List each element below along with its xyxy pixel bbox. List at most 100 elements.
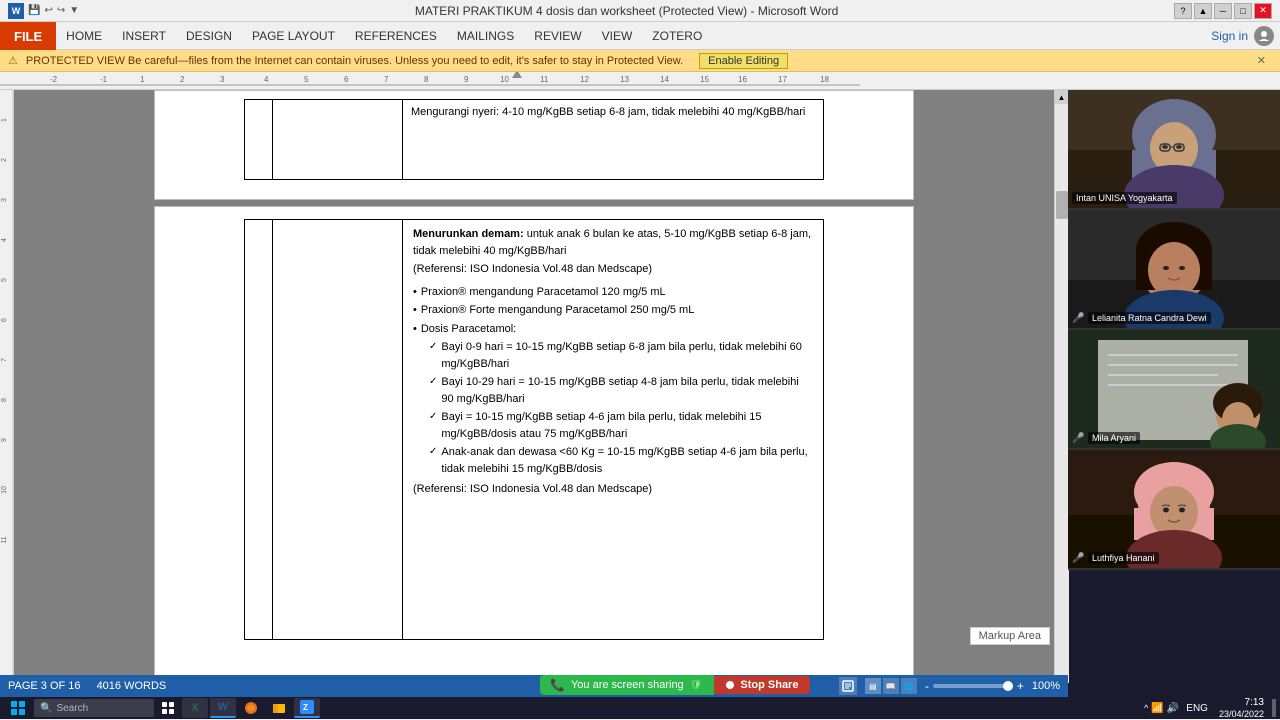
sign-in-link[interactable]: Sign in <box>1211 29 1248 43</box>
title-bar: W 💾 ↩ ↪ ▼ MATERI PRAKTIKUM 4 dosis dan w… <box>0 0 1280 22</box>
volume-icon[interactable]: 🔊 <box>1167 703 1179 714</box>
tab-view[interactable]: VIEW <box>592 22 643 50</box>
zoom-in-btn[interactable]: + <box>1017 679 1024 693</box>
notes-svg <box>842 680 854 692</box>
table-cell-content: Mengurangi nyeri: 4-10 mg/KgBB setiap 6-… <box>403 100 824 180</box>
network-icon[interactable]: 📶 <box>1151 703 1163 714</box>
quick-access-save[interactable]: 💾 <box>28 5 40 16</box>
quick-access-undo[interactable]: ↩ <box>44 5 52 16</box>
zoom-controls: - + 100% <box>925 679 1060 693</box>
notes-icon[interactable] <box>839 677 857 695</box>
participant-2-mic-icon: 🎤 <box>1072 313 1084 324</box>
svg-text:7: 7 <box>1 358 8 362</box>
participant-video-3: 🎤 Mila Aryani <box>1068 330 1280 450</box>
zoom-out-btn[interactable]: - <box>925 679 929 693</box>
main-wrapper: 1 2 3 4 5 6 7 8 9 10 11 Mengurangi nyeri… <box>0 90 1280 697</box>
svg-text:1: 1 <box>140 75 145 84</box>
word-taskbar-icon: W <box>218 701 228 713</box>
main-table-col1 <box>245 220 273 640</box>
svg-text:3: 3 <box>220 75 225 84</box>
tab-zotero[interactable]: ZOTERO <box>642 22 712 50</box>
enable-editing-btn[interactable]: Enable Editing <box>699 53 788 69</box>
taskbar-search[interactable]: 🔍 Search <box>34 699 154 717</box>
search-placeholder: Search <box>56 703 88 714</box>
svg-text:17: 17 <box>778 75 787 84</box>
vertical-ruler: 1 2 3 4 5 6 7 8 9 10 11 <box>0 90 14 697</box>
bullet-dot-1: • <box>413 284 417 301</box>
bullet-text-3: Dosis Paracetamol: <box>421 321 516 338</box>
read-mode-icon[interactable]: 📖 <box>883 678 899 694</box>
protected-view-bar: ⚠ PROTECTED VIEW Be careful—files from t… <box>0 50 1280 72</box>
svg-text:13: 13 <box>620 75 629 84</box>
clock-area[interactable]: 7:13 23/04/2022 <box>1215 696 1268 720</box>
check-icon-1: ✓ <box>429 339 437 372</box>
ribbon-toggle-btn[interactable]: ▲ <box>1194 3 1212 19</box>
window-controls[interactable]: ? ▲ ─ □ ✕ <box>1174 3 1272 19</box>
taskbar-word-btn[interactable]: W <box>210 698 236 718</box>
show-desktop-btn[interactable] <box>1272 699 1276 717</box>
lang-indicator[interactable]: ENG <box>1183 703 1211 714</box>
tab-home[interactable]: HOME <box>56 22 112 50</box>
page-top-strip: Mengurangi nyeri: 4-10 mg/KgBB setiap 6-… <box>154 90 914 200</box>
svg-text:11: 11 <box>1 536 8 543</box>
status-icons-right: ▤ 📖 🌐 - + 100% <box>839 677 1060 695</box>
check-item-1: ✓ Bayi 0-9 hari = 10-15 mg/KgBB setiap 6… <box>413 339 813 372</box>
web-layout-icon[interactable]: 🌐 <box>901 678 917 694</box>
print-layout-icon[interactable]: ▤ <box>865 678 881 694</box>
screen-share-bar: 📞 You are screen sharing 🛡 Stop Share <box>540 675 810 695</box>
protected-close-btn[interactable]: ✕ <box>1251 53 1272 68</box>
taskbar-right-area: ^ 📶 🔊 ENG 7:13 23/04/2022 <box>1144 696 1276 720</box>
taskbar-explorer-btn[interactable] <box>266 698 292 718</box>
quick-access-redo[interactable]: ↪ <box>57 5 65 16</box>
file-button[interactable]: FILE <box>0 22 56 50</box>
stop-share-button[interactable]: Stop Share <box>714 676 810 694</box>
tab-page-layout[interactable]: PAGE LAYOUT <box>242 22 345 50</box>
svg-text:12: 12 <box>580 75 589 84</box>
scroll-up-arrow[interactable]: ▲ <box>1055 90 1069 104</box>
svg-text:7: 7 <box>384 75 389 84</box>
stop-share-label: Stop Share <box>740 679 798 691</box>
participant-video-4: 🎤 Luthfiya Hanani <box>1068 450 1280 570</box>
svg-text:9: 9 <box>1 438 8 442</box>
tray-expand-icon[interactable]: ^ <box>1144 703 1148 713</box>
main-page-content: Menurunkan demam: untuk anak 6 bulan ke … <box>244 207 824 652</box>
check-icon-3: ✓ <box>429 409 437 442</box>
start-button[interactable] <box>4 698 32 718</box>
svg-text:4: 4 <box>1 238 8 242</box>
record-dot-icon <box>726 681 734 689</box>
zoom-slider-track[interactable] <box>933 684 1013 688</box>
quick-access-more[interactable]: ▼ <box>69 5 79 16</box>
check-icon-4: ✓ <box>429 444 437 477</box>
svg-text:18: 18 <box>820 75 829 84</box>
maximize-btn[interactable]: □ <box>1234 3 1252 19</box>
tab-mailings[interactable]: MAILINGS <box>447 22 524 50</box>
check-text-4: Anak-anak dan dewasa <60 Kg = 10-15 mg/K… <box>441 444 813 477</box>
taskbar-firefox-btn[interactable] <box>238 698 264 718</box>
vertical-scrollbar[interactable]: ▲ ▼ <box>1054 90 1068 697</box>
help-btn[interactable]: ? <box>1174 3 1192 19</box>
para-ref2: (Referensi: ISO Indonesia Vol.48 dan Med… <box>413 481 813 498</box>
search-icon: 🔍 <box>40 703 52 714</box>
ruler-marker[interactable] <box>512 72 522 78</box>
zoom-slider-thumb <box>1003 681 1013 691</box>
close-btn[interactable]: ✕ <box>1254 3 1272 19</box>
main-table: Menurunkan demam: untuk anak 6 bulan ke … <box>244 219 824 640</box>
participant-video-1: Intan UNISA Yogyakarta <box>1068 90 1280 210</box>
table-cell-narrow <box>245 100 273 180</box>
scroll-track[interactable] <box>1055 104 1069 683</box>
svg-text:-1: -1 <box>100 75 108 84</box>
svg-text:5: 5 <box>1 278 8 282</box>
taskbar-excel-btn[interactable]: X <box>182 698 208 718</box>
excel-icon: X <box>191 702 198 714</box>
scroll-thumb[interactable] <box>1056 191 1068 219</box>
tab-design[interactable]: DESIGN <box>176 22 242 50</box>
task-view-btn[interactable] <box>156 698 180 718</box>
windows-icon <box>11 701 25 715</box>
tab-insert[interactable]: INSERT <box>112 22 176 50</box>
tab-review[interactable]: REVIEW <box>524 22 591 50</box>
taskbar-zoom-btn[interactable]: Z <box>294 698 320 718</box>
top-content-text: Mengurangi nyeri: 4-10 mg/KgBB setiap 6-… <box>411 106 805 118</box>
tab-references[interactable]: REFERENCES <box>345 22 447 50</box>
minimize-btn[interactable]: ─ <box>1214 3 1232 19</box>
user-avatar-icon[interactable] <box>1254 26 1274 46</box>
